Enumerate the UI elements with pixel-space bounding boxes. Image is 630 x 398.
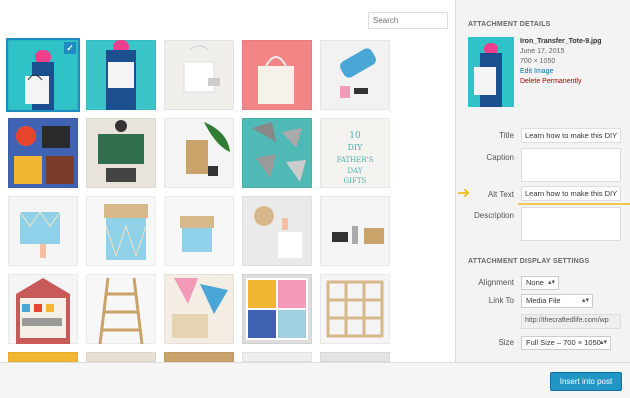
svg-text:FATHER'S: FATHER'S bbox=[337, 156, 374, 164]
media-thumbnail[interactable] bbox=[164, 352, 234, 362]
media-thumbnail[interactable] bbox=[242, 274, 312, 344]
media-thumbnail[interactable] bbox=[164, 196, 234, 266]
media-thumbnail[interactable]: 10 DIY FATHER'S DAY GIFTS bbox=[320, 118, 390, 188]
alt-text-highlight bbox=[518, 203, 630, 205]
link-to-select[interactable]: Media File ▴▾ bbox=[521, 294, 593, 308]
media-thumbnail[interactable] bbox=[320, 196, 390, 266]
insert-into-post-button[interactable]: Insert into post bbox=[550, 372, 622, 391]
attachment-meta: Iron_Transfer_Tote-9.jpg June 17, 2015 7… bbox=[520, 37, 602, 87]
media-thumbnail[interactable] bbox=[86, 196, 156, 266]
media-thumbnail[interactable] bbox=[86, 274, 156, 344]
attachment-details-heading: ATTACHMENT DETAILS bbox=[468, 21, 551, 28]
link-to-label: Link To bbox=[488, 296, 514, 305]
media-thumbnail[interactable] bbox=[242, 196, 312, 266]
alt-text-field[interactable]: Learn how to make this DIY bbox=[521, 186, 621, 201]
media-thumbnail[interactable]: ✓ bbox=[6, 38, 80, 112]
edit-image-link[interactable]: Edit Image bbox=[520, 67, 602, 77]
media-thumbnail[interactable] bbox=[164, 40, 234, 110]
media-thumbnail[interactable] bbox=[242, 118, 312, 188]
title-label: Title bbox=[499, 131, 514, 140]
svg-text:DIY: DIY bbox=[348, 143, 364, 152]
title-field[interactable]: Learn how to make this DIY bbox=[521, 128, 621, 143]
chevron-down-icon: ▴▾ bbox=[599, 339, 607, 346]
svg-text:GIFTS: GIFTS bbox=[344, 177, 367, 185]
alignment-select[interactable]: None ▴▾ bbox=[521, 276, 559, 290]
alignment-value: None bbox=[526, 278, 544, 287]
caption-label: Caption bbox=[486, 153, 514, 162]
attachment-dimensions: 700 × 1050 bbox=[520, 58, 556, 65]
display-settings-heading: ATTACHMENT DISPLAY SETTINGS bbox=[468, 258, 590, 265]
svg-text:10: 10 bbox=[349, 131, 361, 141]
size-label: Size bbox=[498, 338, 514, 347]
caption-field[interactable] bbox=[521, 148, 621, 182]
description-label: Description bbox=[473, 211, 514, 220]
media-thumbnail[interactable] bbox=[8, 352, 78, 362]
media-thumbnail[interactable] bbox=[242, 40, 312, 110]
media-thumbnail[interactable] bbox=[164, 274, 234, 344]
size-select[interactable]: Full Size – 700 × 1050 ▴▾ bbox=[521, 336, 611, 350]
delete-permanently-link[interactable]: Delete Permanently bbox=[520, 77, 602, 87]
media-thumbnail[interactable] bbox=[8, 274, 78, 344]
link-to-value: Media File bbox=[526, 296, 561, 305]
chevron-down-icon: ▴▾ bbox=[581, 297, 589, 304]
media-library: ✓ 10 DIY FATHER'S DAY GIFTS bbox=[0, 0, 455, 362]
media-thumbnail[interactable] bbox=[164, 118, 234, 188]
media-thumbnail[interactable] bbox=[86, 352, 156, 362]
description-field[interactable] bbox=[521, 207, 621, 241]
media-toolbar: Insert into post bbox=[0, 362, 630, 398]
alt-text-label: Alt Text bbox=[487, 190, 514, 199]
alignment-label: Alignment bbox=[478, 278, 514, 287]
attachment-sidebar: ATTACHMENT DETAILS Iron_Transfer_Tote-9.… bbox=[455, 0, 630, 362]
search-input[interactable] bbox=[368, 12, 448, 29]
attachment-filename: Iron_Transfer_Tote-9.jpg bbox=[520, 38, 602, 45]
chevron-down-icon: ▴▾ bbox=[547, 279, 555, 286]
attachment-thumbnail bbox=[468, 37, 514, 107]
media-thumbnail[interactable] bbox=[86, 118, 156, 188]
size-value: Full Size – 700 × 1050 bbox=[526, 338, 601, 347]
media-thumbnail[interactable] bbox=[8, 196, 78, 266]
media-thumbnail[interactable] bbox=[320, 274, 390, 344]
media-thumbnail[interactable] bbox=[242, 352, 312, 362]
svg-text:DAY: DAY bbox=[347, 167, 362, 175]
media-thumbnail[interactable] bbox=[320, 352, 390, 362]
selected-check-icon[interactable]: ✓ bbox=[64, 42, 76, 54]
media-thumbnail[interactable] bbox=[86, 40, 156, 110]
media-thumbnail[interactable] bbox=[8, 118, 78, 188]
link-url-field[interactable]: http://thecraftedlife.com/wp bbox=[521, 314, 621, 329]
attachment-date: June 17, 2015 bbox=[520, 48, 565, 55]
media-thumbnail[interactable] bbox=[320, 40, 390, 110]
